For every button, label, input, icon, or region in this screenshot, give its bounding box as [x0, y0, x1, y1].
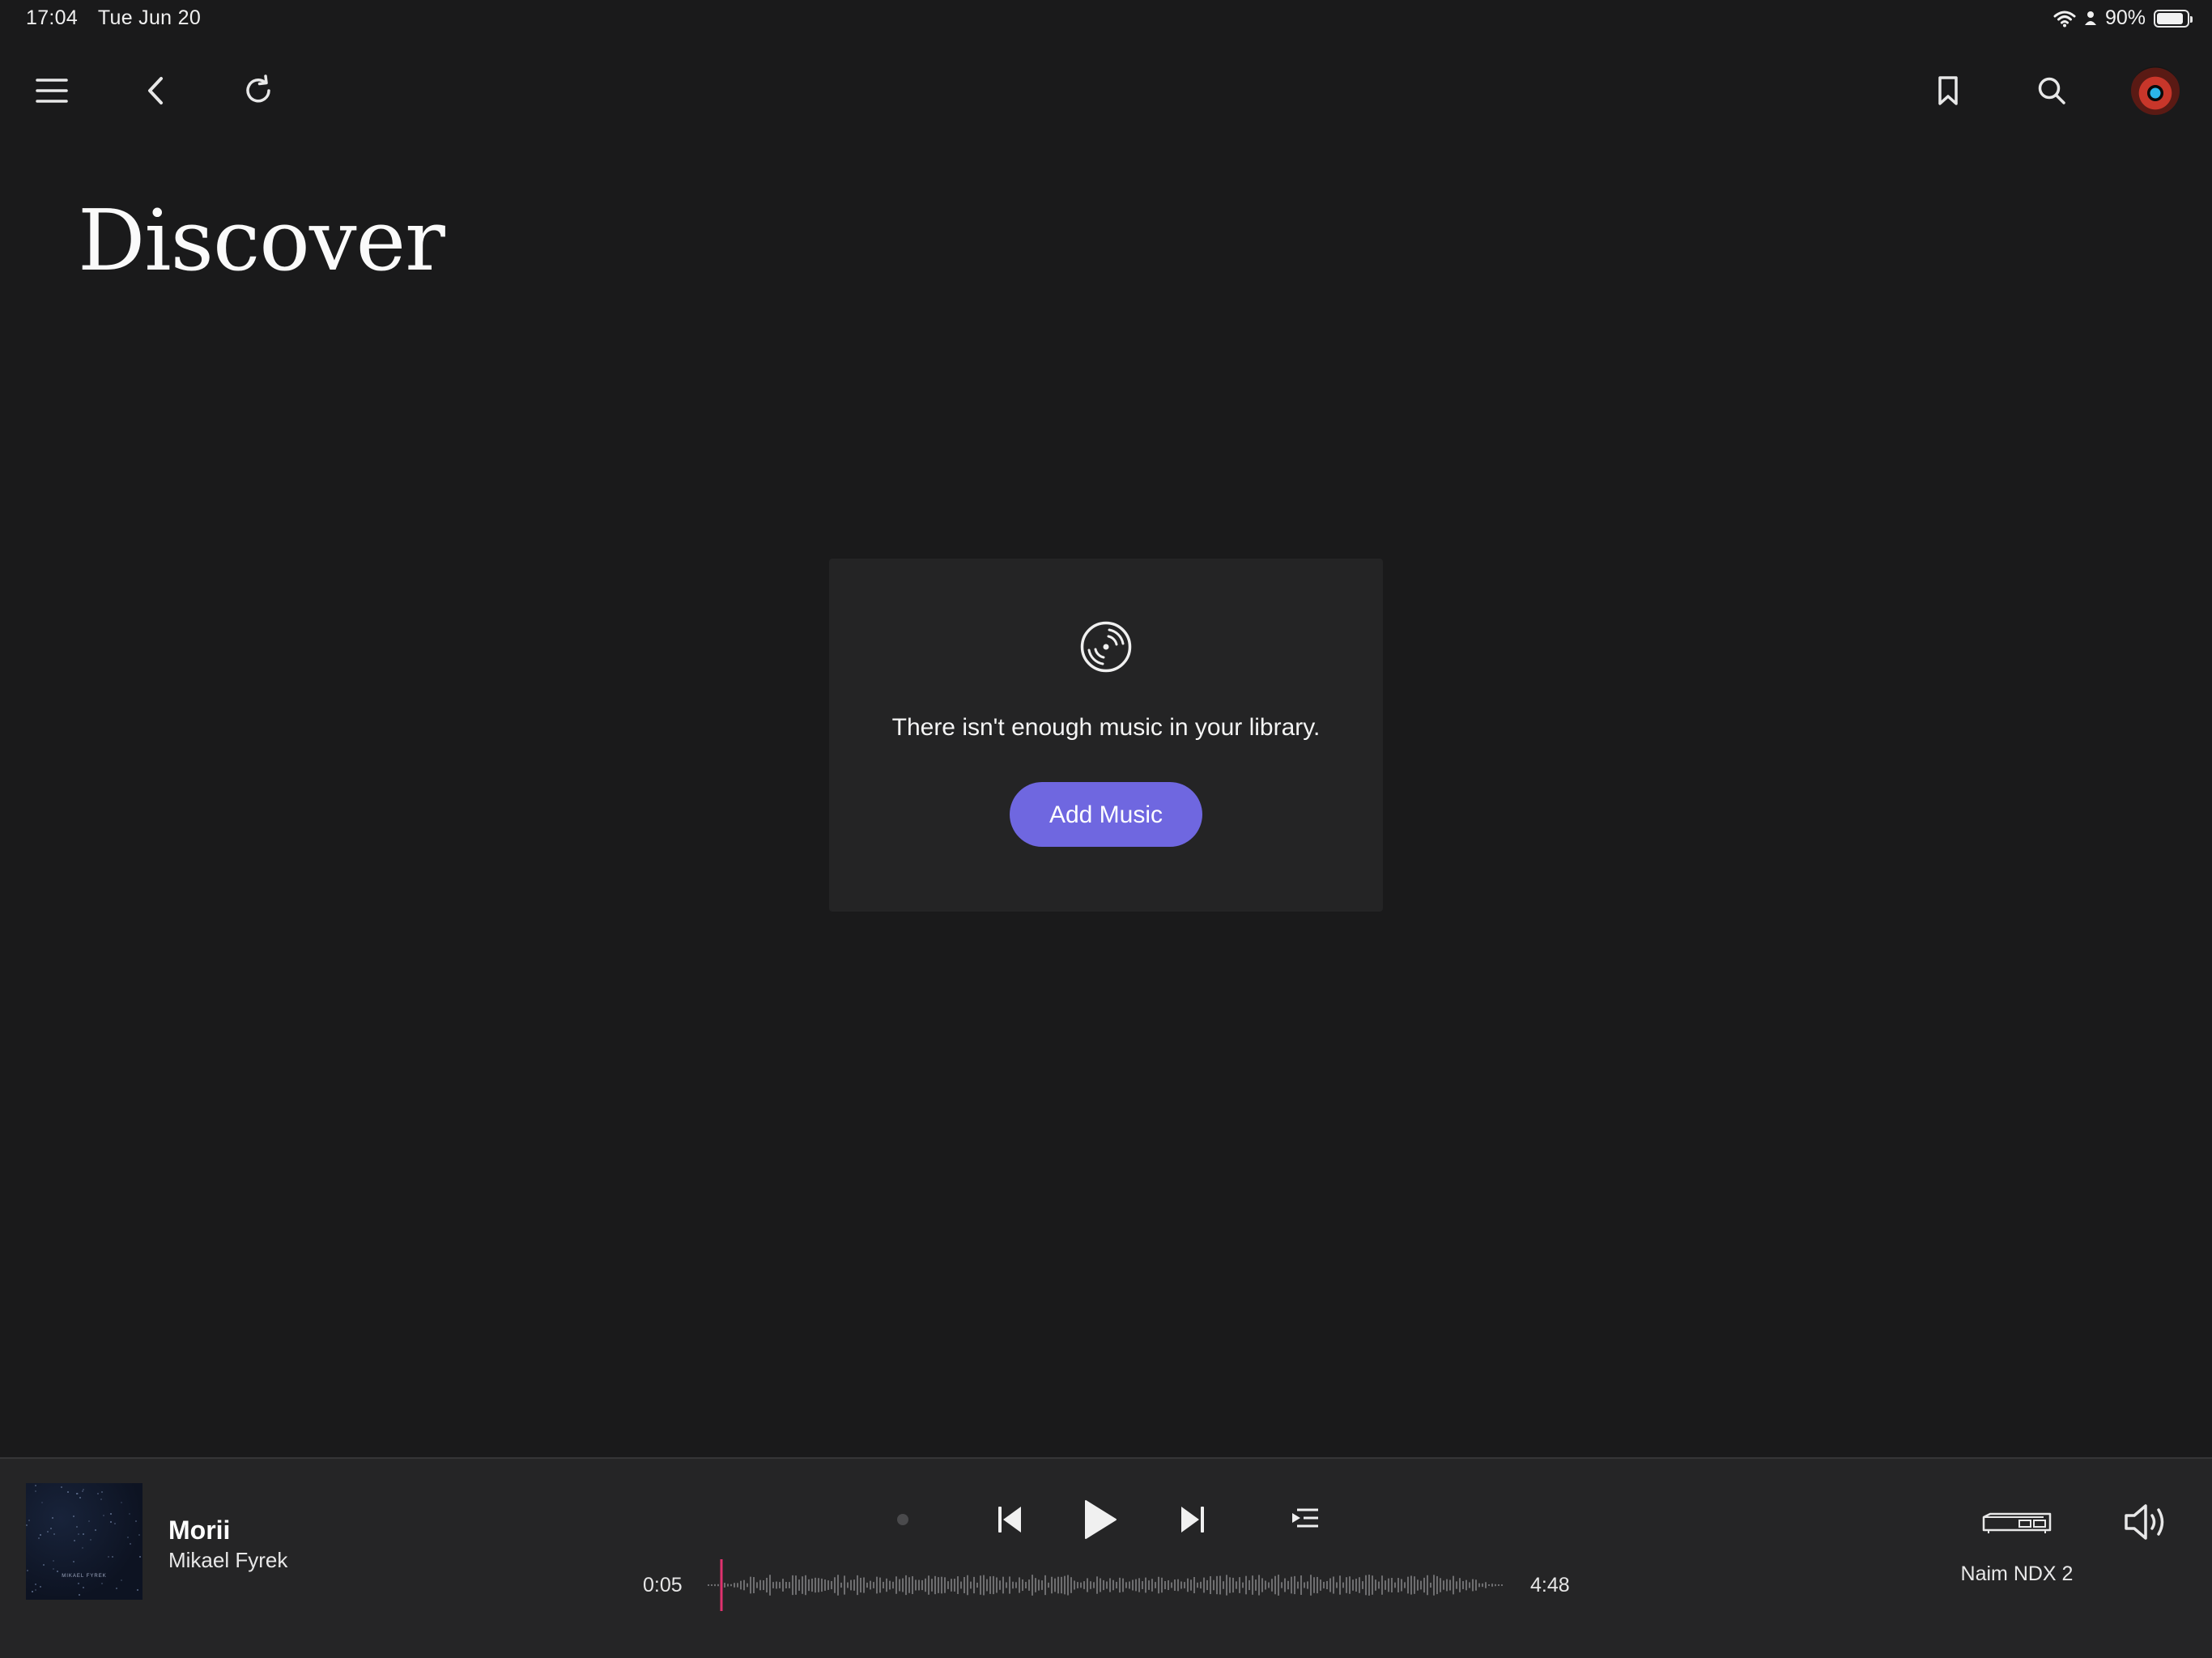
album-art-star [38, 1537, 40, 1539]
streamer-device-icon[interactable] [1979, 1509, 2055, 1537]
album-art-star [137, 1589, 138, 1591]
volume-icon[interactable] [2121, 1499, 2173, 1545]
album-art-star [35, 1584, 36, 1585]
album-art-star [53, 1568, 54, 1570]
album-art-star [79, 1594, 80, 1596]
person-icon [2084, 11, 2096, 25]
battery-icon [2154, 9, 2193, 28]
album-art-star [116, 1588, 117, 1589]
album-art-star [110, 1513, 112, 1515]
album-art-star [52, 1517, 53, 1519]
battery-percent: 90% [2104, 6, 2146, 29]
album-art-star [110, 1521, 112, 1523]
next-track-icon[interactable] [1172, 1499, 1213, 1540]
device-name[interactable]: Naim NDX 2 [1927, 1562, 2107, 1586]
track-artist[interactable]: Mikael Fyrek [168, 1548, 287, 1573]
album-art-star [79, 1497, 81, 1499]
album-art-star [35, 1589, 36, 1591]
shuffle-dot-icon[interactable] [891, 1507, 915, 1532]
album-art-text: MIKAEL FYREK [62, 1574, 107, 1579]
album-art-star [139, 1556, 141, 1558]
album-art-star [108, 1556, 109, 1558]
album-art-star [88, 1520, 90, 1522]
album-art-star [53, 1533, 55, 1535]
album-art-star [83, 1533, 84, 1535]
album-art-star [50, 1528, 52, 1529]
back-chevron-icon[interactable] [130, 65, 181, 117]
album-art-star [121, 1502, 122, 1503]
album-art-star [95, 1529, 96, 1531]
album-art-star [40, 1534, 41, 1536]
album-art-star [138, 1534, 140, 1536]
elapsed-time: 0:05 [643, 1574, 683, 1596]
status-time-date: 17:04 Tue Jun 20 [26, 6, 215, 30]
album-art-star [35, 1485, 36, 1486]
battery-fill [2157, 12, 2183, 24]
album-art-star [40, 1586, 41, 1588]
album-art-star [28, 1520, 30, 1521]
empty-state-card: There isn't enough music in your library… [829, 559, 1383, 912]
album-art-star [135, 1520, 137, 1522]
album-art-star [82, 1490, 83, 1492]
album-art-star [130, 1543, 131, 1545]
album-art-star [83, 1587, 84, 1588]
waveform-scrubber[interactable] [708, 1559, 1504, 1611]
album-art-star [73, 1516, 74, 1517]
refresh-icon[interactable] [232, 65, 284, 117]
album-art-star [26, 1524, 28, 1526]
album-art-star [74, 1540, 75, 1541]
album-art-star [82, 1547, 83, 1549]
vinyl-disc-icon [1080, 621, 1132, 673]
album-art-star [27, 1570, 28, 1571]
album-art-star [76, 1526, 78, 1528]
play-icon[interactable] [1077, 1496, 1124, 1543]
album-art[interactable]: MIKAEL FYREK [26, 1483, 143, 1600]
menu-icon[interactable] [26, 65, 78, 117]
album-art-star [97, 1493, 99, 1494]
album-art-star [76, 1493, 78, 1494]
album-art-star [57, 1571, 58, 1572]
album-art-star [43, 1564, 45, 1566]
album-art-star [47, 1531, 49, 1533]
queue-icon[interactable] [1286, 1503, 1325, 1537]
page-title: Discover [78, 191, 445, 290]
status-time: 17:04 [26, 6, 79, 29]
album-art-star [114, 1523, 116, 1524]
add-music-button[interactable]: Add Music [1010, 782, 1202, 847]
album-art-star [103, 1515, 104, 1516]
album-art-star [32, 1591, 33, 1592]
status-bar: 17:04 Tue Jun 20 90% [0, 0, 2212, 39]
album-art-star [61, 1486, 62, 1488]
album-art-star [90, 1539, 91, 1541]
now-playing-bar: MIKAEL FYREK Morii Mikael Fyrek 0:05 4:4… [0, 1457, 2212, 1658]
track-title[interactable]: Morii [168, 1516, 230, 1545]
album-art-star [129, 1513, 130, 1515]
album-art-star [78, 1533, 79, 1535]
album-art-star [35, 1490, 36, 1492]
album-art-star [67, 1491, 69, 1493]
album-art-star [73, 1561, 74, 1562]
status-indicators: 90% [2053, 6, 2193, 30]
app-root: 17:04 Tue Jun 20 90% Discover There isn'… [0, 0, 2212, 1658]
album-art-star [78, 1583, 79, 1584]
empty-state-message: There isn't enough music in your library… [891, 714, 1321, 741]
album-art-star [112, 1556, 113, 1558]
user-avatar[interactable] [2131, 66, 2180, 115]
album-art-star [101, 1491, 103, 1493]
previous-track-icon[interactable] [989, 1499, 1030, 1540]
search-icon[interactable] [2026, 65, 2078, 117]
album-art-star [41, 1502, 43, 1503]
album-art-star [53, 1560, 54, 1562]
status-date: Tue Jun 20 [97, 6, 202, 29]
wifi-icon [2053, 11, 2076, 27]
album-art-star [121, 1579, 122, 1581]
bookmark-icon[interactable] [1922, 65, 1974, 117]
album-art-star [101, 1583, 103, 1584]
album-art-star [127, 1537, 129, 1538]
total-duration: 4:48 [1530, 1574, 1570, 1596]
album-art-star [100, 1499, 102, 1500]
